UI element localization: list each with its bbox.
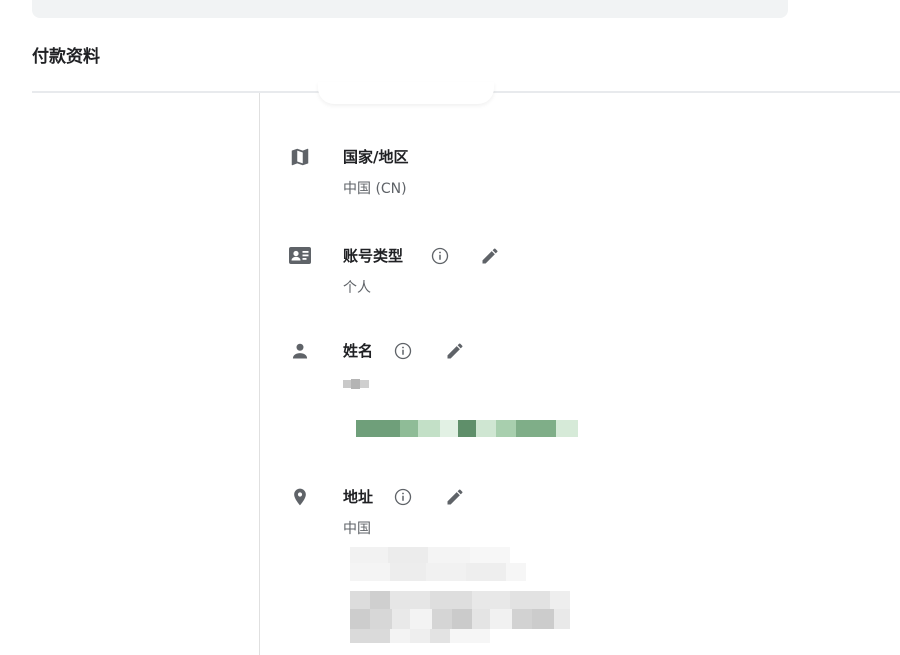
account-type-info-icon[interactable] bbox=[430, 246, 450, 266]
account-type-label: 账号类型 bbox=[343, 247, 404, 265]
tab-indicator bbox=[318, 82, 494, 104]
field-country: 国家/地区 中国 (CN) bbox=[288, 145, 588, 205]
name-edit-icon[interactable] bbox=[444, 340, 466, 362]
account-type-edit-icon[interactable] bbox=[479, 245, 501, 267]
payment-profile-page: ▬ ▬ ▬ ▬ ▬ ▬ ▬ 付款资料 国家/地区 中国 (CN) 账号类型 个人… bbox=[0, 0, 900, 655]
address-label: 地址 bbox=[343, 488, 374, 506]
person-icon bbox=[288, 339, 312, 363]
section-title: 付款资料 bbox=[32, 47, 100, 67]
location-pin-icon bbox=[288, 485, 312, 509]
field-address: 地址 中国 bbox=[288, 485, 588, 650]
name-value-redacted bbox=[343, 377, 373, 391]
country-label: 国家/地区 bbox=[343, 148, 409, 166]
country-value: 中国 (CN) bbox=[343, 181, 407, 197]
id-card-icon bbox=[288, 244, 312, 268]
address-detail-redacted bbox=[350, 547, 578, 645]
name-label: 姓名 bbox=[343, 342, 374, 360]
map-icon bbox=[288, 145, 312, 169]
address-edit-icon[interactable] bbox=[444, 486, 466, 508]
name-info-icon[interactable] bbox=[393, 341, 413, 361]
account-type-value: 个人 bbox=[343, 280, 371, 296]
field-account-type: 账号类型 个人 bbox=[288, 244, 588, 304]
address-info-icon[interactable] bbox=[393, 487, 413, 507]
name-secondary-redacted bbox=[356, 420, 578, 437]
top-notice-bar: ▬ ▬ ▬ ▬ ▬ ▬ ▬ bbox=[32, 0, 788, 18]
address-value: 中国 bbox=[343, 521, 371, 537]
field-name: 姓名 bbox=[288, 339, 588, 449]
content-left-border bbox=[259, 93, 260, 655]
